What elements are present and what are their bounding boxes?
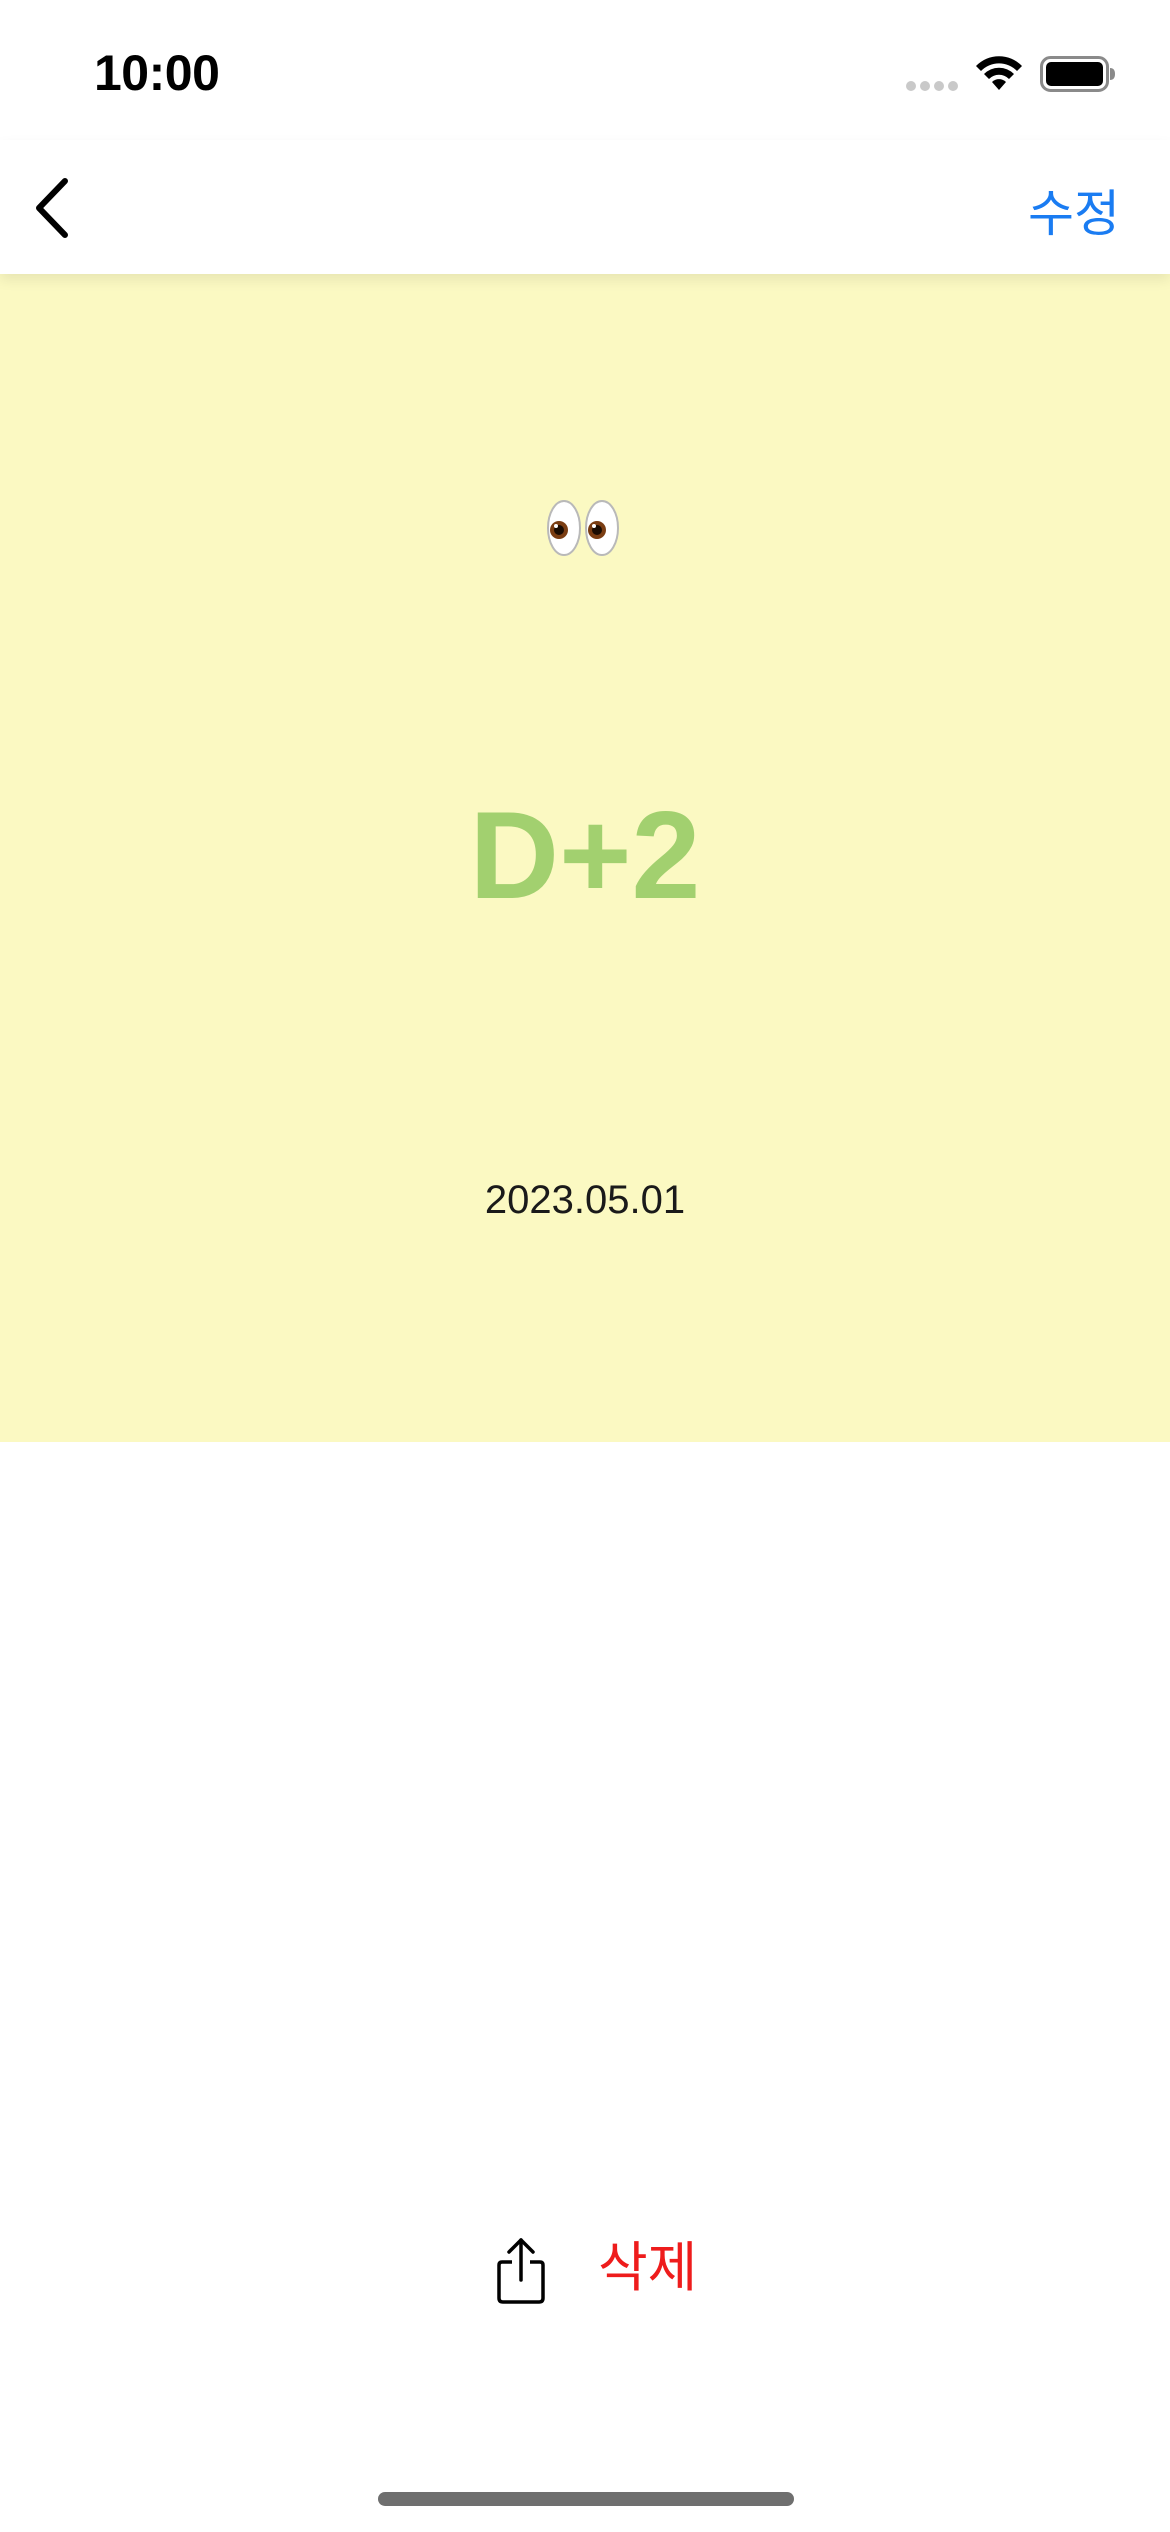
bottom-toolbar: 삭제 bbox=[0, 2210, 1170, 2340]
dday-card: D+2 2023.05.01 bbox=[0, 274, 1170, 1442]
chevron-left-icon bbox=[36, 178, 68, 238]
share-button[interactable] bbox=[494, 2236, 548, 2306]
home-indicator[interactable] bbox=[378, 2492, 794, 2506]
cellular-signal-icon bbox=[906, 81, 958, 91]
status-time: 10:00 bbox=[94, 45, 220, 101]
back-button[interactable] bbox=[18, 168, 88, 248]
wifi-icon bbox=[976, 56, 1022, 90]
share-icon bbox=[497, 2238, 545, 2304]
delete-button[interactable]: 삭제 bbox=[598, 2236, 697, 2301]
dday-date: 2023.05.01 bbox=[484, 1178, 686, 1222]
eyes-emoji-icon bbox=[547, 500, 619, 556]
status-bar: 10:00 bbox=[0, 0, 1170, 140]
dday-value: D+2 bbox=[469, 787, 701, 925]
battery-icon bbox=[1040, 56, 1115, 92]
edit-button[interactable]: 수정 bbox=[1028, 174, 1120, 246]
navigation-bar: 수정 bbox=[0, 140, 1170, 274]
